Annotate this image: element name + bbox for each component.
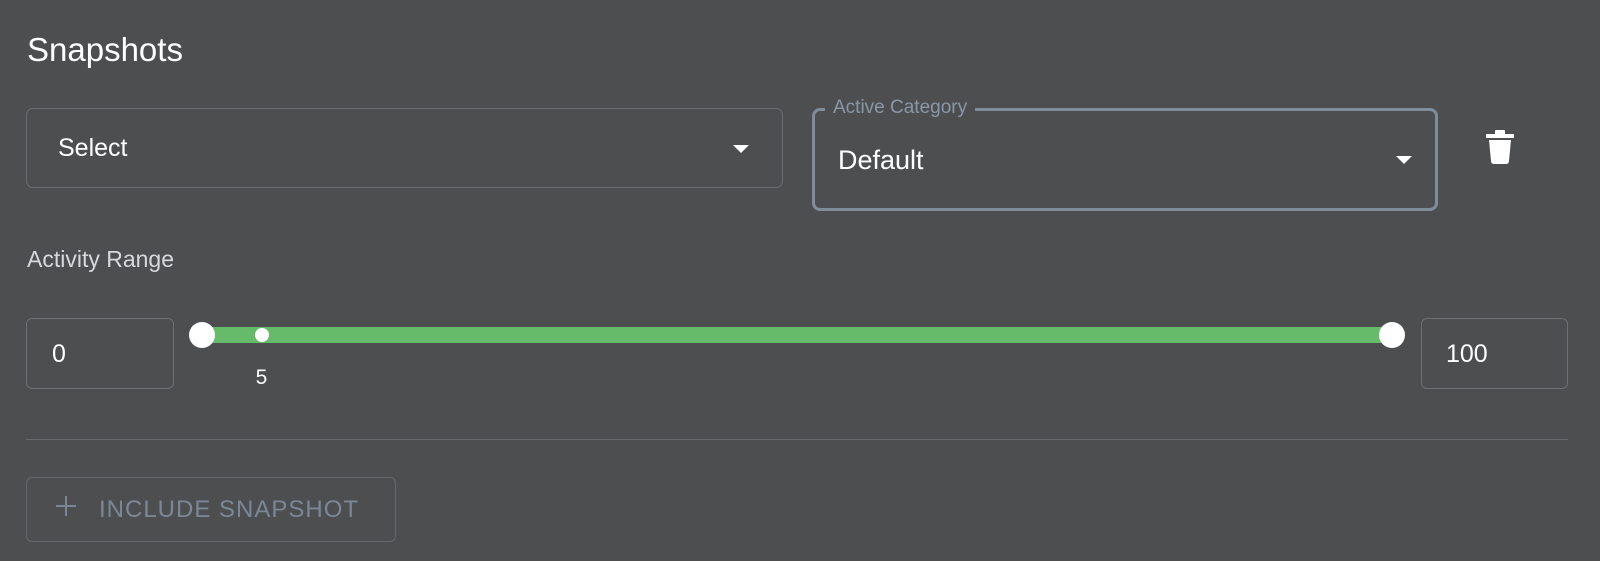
snapshot-select-value: Select <box>58 134 128 162</box>
slider-mark-label: 5 <box>255 366 268 389</box>
active-category-select[interactable]: Active Category Default <box>812 96 1438 211</box>
section-title: Snapshots <box>27 31 183 68</box>
activity-range-slider[interactable]: 5 <box>189 320 1405 389</box>
slider-thumb-max[interactable] <box>1379 322 1405 348</box>
range-max-input[interactable]: 100 <box>1421 318 1568 389</box>
active-category-label: Active Category <box>825 96 976 120</box>
slider-track <box>202 327 1392 343</box>
range-min-value: 0 <box>52 340 66 368</box>
range-min-input[interactable]: 0 <box>26 318 174 389</box>
slider-mark <box>254 328 269 342</box>
range-max-value: 100 <box>1446 340 1488 368</box>
divider <box>26 439 1568 440</box>
include-snapshot-button[interactable]: INCLUDE SNAPSHOT <box>26 477 396 542</box>
activity-range-label: Activity Range <box>27 246 175 272</box>
include-snapshot-label: INCLUDE SNAPSHOT <box>99 496 360 523</box>
delete-button[interactable] <box>1486 130 1514 164</box>
trash-icon <box>1486 130 1514 164</box>
snapshot-select[interactable]: Select <box>26 108 783 188</box>
slider-thumb-min[interactable] <box>189 322 215 348</box>
chevron-down-icon <box>1396 156 1412 164</box>
plus-icon <box>56 496 76 516</box>
active-category-value: Default <box>838 145 924 175</box>
chevron-down-icon <box>733 145 749 153</box>
